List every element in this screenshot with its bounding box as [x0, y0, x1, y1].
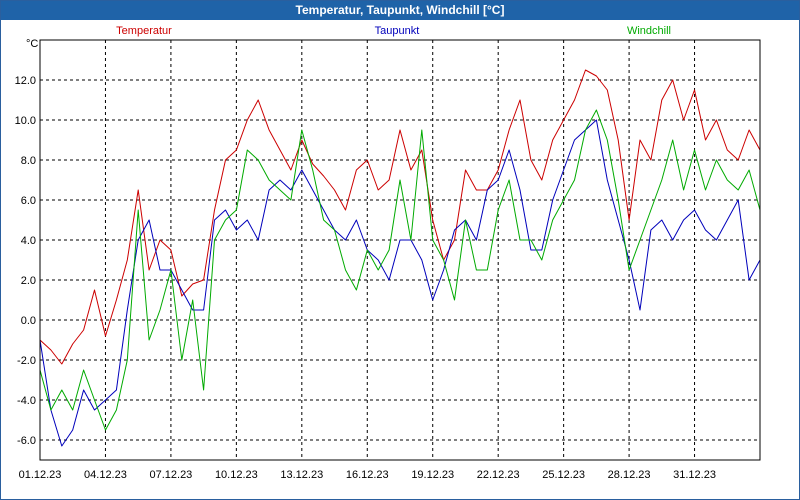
series-line-taupunkt	[39, 119, 761, 447]
x-tick-label: 07.12.23	[149, 469, 192, 481]
legend-taupunkt: Taupunkt	[375, 25, 420, 37]
y-tick-label: 4.0	[21, 235, 36, 247]
x-tick-label: 04.12.23	[84, 469, 127, 481]
x-tick-label: 25.12.23	[542, 469, 585, 481]
legend-windchill: Windchill	[627, 25, 671, 37]
y-tick-label: 6.0	[21, 195, 36, 207]
x-tick-label: 13.12.23	[280, 469, 323, 481]
y-tick-label: 2.0	[21, 275, 36, 287]
y-tick-label: 0.0	[21, 315, 36, 327]
y-tick-label: 8.0	[21, 155, 36, 167]
x-tick-label: 28.12.23	[608, 469, 651, 481]
y-tick-label: -4.0	[17, 395, 36, 407]
series-line-windchill	[39, 109, 761, 431]
line-chart: °C Temperatur Taupunkt Windchill -6.0 -4.…	[15, 25, 761, 481]
y-tick-label: 10.0	[15, 115, 36, 127]
x-tick-label: 22.12.23	[477, 469, 520, 481]
x-tick-label: 19.12.23	[411, 469, 454, 481]
plot-area-border	[39, 39, 761, 461]
y-tick-label: -2.0	[17, 355, 36, 367]
y-axis-unit-label: °C	[26, 38, 38, 50]
legend-temperatur: Temperatur	[116, 25, 172, 37]
y-tick-label: -6.0	[17, 435, 36, 447]
x-tick-label: 10.12.23	[215, 469, 258, 481]
x-tick-label: 31.12.23	[673, 469, 716, 481]
legend: Temperatur Taupunkt Windchill	[116, 25, 671, 37]
x-tick-label: 16.12.23	[346, 469, 389, 481]
y-tick-label: 12.0	[15, 75, 36, 87]
x-tick-label: 01.12.23	[19, 469, 62, 481]
